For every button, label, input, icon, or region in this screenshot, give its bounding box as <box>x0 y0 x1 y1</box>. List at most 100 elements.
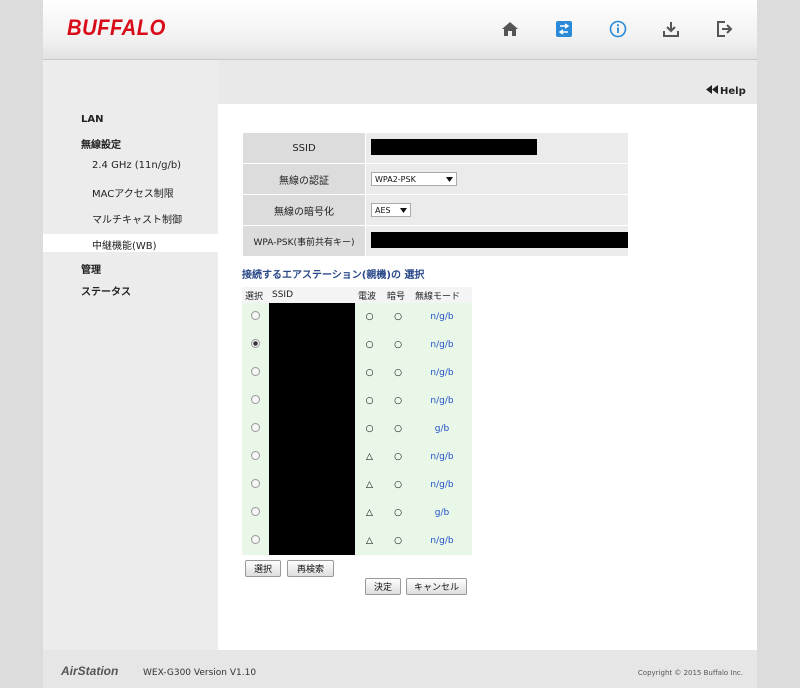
select-radio[interactable] <box>251 479 260 488</box>
auth-label: 無線の認証 <box>243 164 365 194</box>
sidebar-item-mac-filter[interactable]: MACアクセス制限 <box>92 185 174 200</box>
sidebar-item-lan[interactable]: LAN <box>81 114 103 125</box>
security-cell: ○ <box>384 359 412 387</box>
col-mode: 無線モード <box>412 287 472 303</box>
select-cell <box>242 359 269 387</box>
cancel-button[interactable]: キャンセル <box>406 578 467 595</box>
encryption-cell: AES <box>366 195 628 225</box>
select-radio[interactable] <box>251 367 260 376</box>
signal-cell: △ <box>355 443 384 471</box>
select-cell <box>242 303 269 331</box>
wireless-settings-form: SSID 無線の認証 WPA2-PSK 無線の暗号化 AES WPA-PSK(事… <box>242 132 629 257</box>
col-signal: 電波 <box>355 287 384 303</box>
rewind-icon <box>706 85 718 97</box>
select-cell <box>242 471 269 499</box>
mode-cell: n/g/b <box>412 303 472 331</box>
footer: AirStation WEX-G300 Version V1.10 Copyri… <box>43 650 757 688</box>
app-frame: BUFFALO LAN 無線設定 2.4 GHz (11n/g/b) MACアク… <box>0 0 800 688</box>
signal-cell: ○ <box>355 303 384 331</box>
security-cell: ○ <box>384 471 412 499</box>
signal-cell: ○ <box>355 331 384 359</box>
brand-logo: BUFFALO <box>67 15 166 40</box>
select-cell <box>242 415 269 443</box>
select-radio[interactable] <box>251 507 260 516</box>
signal-cell: ○ <box>355 359 384 387</box>
copyright: Copyright © 2015 Buffalo Inc. <box>637 669 743 677</box>
col-select: 選択 <box>242 287 269 303</box>
select-cell <box>242 443 269 471</box>
ap-table: 選択 SSID 電波 暗号 無線モード ○ ○ n/g/b ○ ○ n/g/b ○ ○ n/g/… <box>242 287 472 555</box>
security-cell: ○ <box>384 331 412 359</box>
sidebar-item-multicast[interactable]: マルチキャスト制御 <box>92 211 182 226</box>
home-icon[interactable] <box>497 16 523 42</box>
rescan-button[interactable]: 再検索 <box>287 560 334 577</box>
security-cell: ○ <box>384 303 412 331</box>
sidebar: LAN 無線設定 2.4 GHz (11n/g/b) MACアクセス制限 マルチ… <box>43 60 218 650</box>
security-cell: ○ <box>384 527 412 555</box>
encryption-select-value: AES <box>375 205 391 215</box>
outer-margin-right <box>757 0 800 688</box>
sidebar-item-repeater[interactable]: 中継機能(WB) <box>92 237 157 252</box>
signal-cell: △ <box>355 527 384 555</box>
mode-cell: n/g/b <box>412 387 472 415</box>
select-cell <box>242 387 269 415</box>
select-radio[interactable] <box>251 451 260 460</box>
select-radio[interactable] <box>251 423 260 432</box>
auth-select-value: WPA2-PSK <box>375 174 416 184</box>
info-icon[interactable] <box>605 16 631 42</box>
signal-cell: △ <box>355 499 384 527</box>
main-content: SSID 無線の認証 WPA2-PSK 無線の暗号化 AES WPA-PSK(事… <box>218 104 757 650</box>
network-icon[interactable] <box>551 16 577 42</box>
signal-cell: △ <box>355 471 384 499</box>
signal-cell: ○ <box>355 415 384 443</box>
ssid-field-redacted[interactable] <box>371 138 537 155</box>
sidebar-item-admin[interactable]: 管理 <box>81 261 101 276</box>
mode-cell: n/g/b <box>412 331 472 359</box>
encryption-select[interactable]: AES <box>371 203 411 217</box>
encryption-row: 無線の暗号化 AES <box>243 195 628 225</box>
security-cell: ○ <box>384 415 412 443</box>
header: BUFFALO <box>43 0 757 60</box>
sidebar-item-status[interactable]: ステータス <box>81 283 131 298</box>
ssid-label: SSID <box>243 133 365 163</box>
mode-cell: n/g/b <box>412 359 472 387</box>
security-cell: ○ <box>384 443 412 471</box>
airstation-logo: AirStation <box>61 664 119 678</box>
auth-row: 無線の認証 WPA2-PSK <box>243 164 628 194</box>
select-radio[interactable] <box>251 535 260 544</box>
ssid-column-redacted <box>269 303 355 555</box>
security-cell: ○ <box>384 387 412 415</box>
ssid-row: SSID <box>243 133 628 163</box>
mode-cell: g/b <box>412 499 472 527</box>
select-radio[interactable] <box>251 311 260 320</box>
select-radio[interactable] <box>251 339 260 348</box>
sidebar-item-wireless[interactable]: 無線設定 <box>81 136 121 151</box>
psk-cell <box>366 226 628 256</box>
chevron-down-icon <box>446 175 453 184</box>
download-icon[interactable] <box>658 16 684 42</box>
signal-cell: ○ <box>355 387 384 415</box>
security-cell: ○ <box>384 499 412 527</box>
apply-button[interactable]: 決定 <box>365 578 401 595</box>
help-link[interactable]: Help <box>706 85 746 97</box>
psk-field-redacted[interactable] <box>371 231 628 248</box>
psk-label: WPA-PSK(事前共有キー) <box>243 226 365 256</box>
select-button[interactable]: 選択 <box>245 560 281 577</box>
model-version: WEX-G300 Version V1.10 <box>143 668 257 678</box>
outer-margin-left <box>0 0 43 688</box>
encryption-label: 無線の暗号化 <box>243 195 365 225</box>
auth-select[interactable]: WPA2-PSK <box>371 172 457 186</box>
ap-table-header: 選択 SSID 電波 暗号 無線モード <box>242 287 472 303</box>
table-row[interactable]: ○ ○ n/g/b <box>242 303 472 555</box>
select-cell <box>242 527 269 555</box>
col-ssid: SSID <box>269 287 355 303</box>
mode-cell: n/g/b <box>412 443 472 471</box>
auth-cell: WPA2-PSK <box>366 164 628 194</box>
ssid-cell <box>366 133 628 163</box>
ap-table-body: ○ ○ n/g/b ○ ○ n/g/b ○ ○ n/g/b ○ ○ n/g/b ○ ○ g/b △ ○ n/g/b… <box>242 303 472 555</box>
select-cell <box>242 499 269 527</box>
sidebar-item-2-4ghz[interactable]: 2.4 GHz (11n/g/b) <box>92 160 181 171</box>
logout-icon[interactable] <box>711 16 737 42</box>
select-radio[interactable] <box>251 395 260 404</box>
chevron-down-icon <box>400 206 407 215</box>
